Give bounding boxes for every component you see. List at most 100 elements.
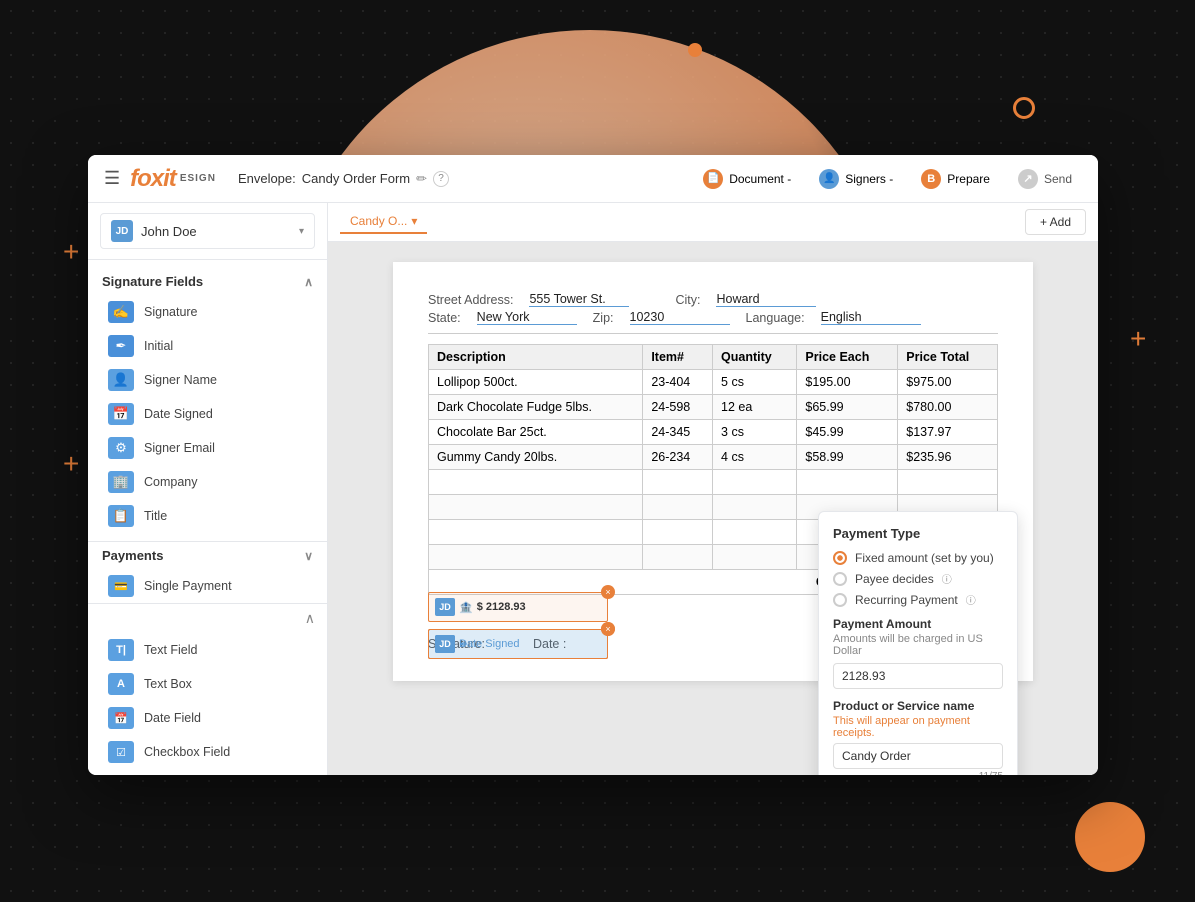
cell-price-each-2: $65.99 bbox=[797, 395, 898, 420]
plus-icon-2: + bbox=[63, 450, 79, 478]
col-header-qty: Quantity bbox=[713, 345, 797, 370]
sidebar-item-text-box[interactable]: A Text Box bbox=[88, 667, 327, 701]
step-document-circle: 📄 bbox=[703, 169, 723, 189]
sidebar-item-company[interactable]: 🏢 Company bbox=[88, 465, 327, 499]
close-payment-icon[interactable]: × bbox=[601, 585, 615, 599]
text-box-icon: A bbox=[108, 673, 134, 695]
payment-type-title: Payment Type bbox=[833, 526, 1003, 541]
fields-expand-header[interactable]: ∧ bbox=[88, 604, 327, 633]
checkbox-label: Checkbox Field bbox=[144, 745, 230, 759]
signature-fields-header[interactable]: Signature Fields ∧ bbox=[88, 268, 327, 295]
doc-tab[interactable]: Candy O... ▾ bbox=[340, 210, 427, 234]
signature-fields-toggle[interactable]: ∧ bbox=[304, 275, 313, 289]
step-signers-circle: 👤 bbox=[819, 169, 839, 189]
doc-tab-dropdown-icon: ▾ bbox=[411, 214, 417, 228]
payments-section-header[interactable]: Payments ∨ bbox=[88, 542, 327, 569]
add-button[interactable]: + Add bbox=[1025, 209, 1086, 235]
address-row-1: Street Address: 555 Tower St. City: Howa… bbox=[428, 292, 998, 307]
city-label: City: bbox=[675, 293, 700, 307]
payment-field-overlay[interactable]: JD 🏦 $ 2128.93 × bbox=[428, 592, 608, 622]
step-prepare[interactable]: B Prepare bbox=[911, 165, 1000, 193]
recurring-info-icon[interactable]: ⓘ bbox=[966, 592, 976, 607]
signer-name-label: Signer Name bbox=[144, 373, 217, 387]
cell-item-4: 26-234 bbox=[643, 445, 713, 470]
address-section: Street Address: 555 Tower St. City: Howa… bbox=[428, 292, 998, 334]
language-value: English bbox=[821, 310, 921, 325]
initial-label: Initial bbox=[144, 339, 173, 353]
chevron-down-icon: ▾ bbox=[299, 226, 304, 237]
product-title: Product or Service name bbox=[833, 699, 1003, 713]
edit-envelope-icon[interactable]: ✏ bbox=[416, 171, 427, 187]
payments-toggle[interactable]: ∨ bbox=[304, 549, 313, 563]
col-header-price-each: Price Each bbox=[797, 345, 898, 370]
product-note: This will appear on payment receipts. bbox=[833, 715, 1003, 739]
sidebar-item-single-payment[interactable]: 💳 Single Payment bbox=[88, 569, 327, 603]
step-send[interactable]: ↗ Send bbox=[1008, 165, 1082, 193]
sidebar-item-date-field[interactable]: 📅 Date Field bbox=[88, 701, 327, 735]
cell-price-total-3: $137.97 bbox=[898, 420, 998, 445]
text-field-icon: T| bbox=[108, 639, 134, 661]
cell-item-1: 23-404 bbox=[643, 370, 713, 395]
signer-email-icon: ⚙ bbox=[108, 437, 134, 459]
payment-amount-section: Payment Amount Amounts will be charged i… bbox=[833, 617, 1003, 689]
sidebar-item-text-field[interactable]: T| Text Field bbox=[88, 633, 327, 667]
sidebar-item-title[interactable]: 📋 Title bbox=[88, 499, 327, 533]
jd-badge-date: JD bbox=[435, 635, 455, 653]
cell-item-3: 24-345 bbox=[643, 420, 713, 445]
date-signed-field[interactable]: JD Date Signed × bbox=[428, 629, 608, 659]
sidebar-item-signature[interactable]: ✍ Signature bbox=[88, 295, 327, 329]
menu-icon[interactable]: ☰ bbox=[104, 168, 120, 189]
envelope-prefix: Envelope: bbox=[238, 171, 296, 186]
language-label: Language: bbox=[746, 311, 805, 325]
payment-amount-input[interactable] bbox=[833, 663, 1003, 689]
doc-toolbar: Candy O... ▾ + Add bbox=[328, 203, 1098, 242]
radio-fixed-amount[interactable]: Fixed amount (set by you) bbox=[833, 551, 1003, 565]
payment-amount-sublabel: Amounts will be charged in US Dollar bbox=[833, 633, 1003, 657]
city-value: Howard bbox=[716, 292, 816, 307]
char-count: 11/75 bbox=[833, 771, 1003, 775]
cell-qty-3: 3 cs bbox=[713, 420, 797, 445]
sidebar-item-signer-email[interactable]: ⚙ Signer Email bbox=[88, 431, 327, 465]
product-section: Product or Service name This will appear… bbox=[833, 699, 1003, 775]
step-signers-label: Signers - bbox=[845, 172, 893, 186]
cell-qty-2: 12 ea bbox=[713, 395, 797, 420]
header-steps: 📄 Document - 👤 Signers - B Prepare ↗ Sen… bbox=[693, 165, 1082, 193]
close-date-icon[interactable]: × bbox=[601, 622, 615, 636]
col-header-description: Description bbox=[429, 345, 643, 370]
sidebar-item-initial[interactable]: ✒ Initial bbox=[88, 329, 327, 363]
payments-label: Payments bbox=[102, 548, 163, 563]
help-icon[interactable]: ? bbox=[433, 171, 449, 187]
payment-amount-title: Payment Amount bbox=[833, 617, 1003, 631]
date-signed-placeholder: Date Signed bbox=[459, 638, 520, 650]
step-signers[interactable]: 👤 Signers - bbox=[809, 165, 903, 193]
product-name-input[interactable] bbox=[833, 743, 1003, 769]
step-send-label: Send bbox=[1044, 172, 1072, 186]
radio-payee-circle bbox=[833, 572, 847, 586]
sidebar-item-radio-button[interactable]: ⊙ Radio Button bbox=[88, 769, 327, 775]
signature-fields-section: Signature Fields ∧ ✍ Signature ✒ Initial… bbox=[88, 260, 327, 541]
step-prepare-label: Prepare bbox=[947, 172, 990, 186]
user-dropdown[interactable]: JD John Doe ▾ bbox=[100, 213, 315, 249]
table-row-empty-1 bbox=[429, 470, 998, 495]
sidebar-item-date-signed[interactable]: 📅 Date Signed bbox=[88, 397, 327, 431]
single-payment-label: Single Payment bbox=[144, 579, 232, 593]
cell-price-total-4: $235.96 bbox=[898, 445, 998, 470]
text-field-label: Text Field bbox=[144, 643, 198, 657]
payee-info-icon[interactable]: ⓘ bbox=[942, 571, 952, 586]
dot-orange-1 bbox=[688, 43, 702, 57]
expand-icon: ∧ bbox=[305, 610, 315, 627]
sidebar-item-checkbox[interactable]: ☑ Checkbox Field bbox=[88, 735, 327, 769]
step-document[interactable]: 📄 Document - bbox=[693, 165, 801, 193]
payments-section: Payments ∨ 💳 Single Payment bbox=[88, 541, 327, 603]
cell-price-each-3: $45.99 bbox=[797, 420, 898, 445]
signature-fields-label: Signature Fields bbox=[102, 274, 203, 289]
small-circle-1 bbox=[1013, 97, 1035, 119]
sidebar-item-signer-name[interactable]: 👤 Signer Name bbox=[88, 363, 327, 397]
step-prepare-circle: B bbox=[921, 169, 941, 189]
payment-type-panel: Payment Type Fixed amount (set by you) P… bbox=[818, 511, 1018, 775]
radio-payee-decides[interactable]: Payee decides ⓘ bbox=[833, 571, 1003, 586]
radio-recurring[interactable]: Recurring Payment ⓘ bbox=[833, 592, 1003, 607]
date-signed-label: Date Signed bbox=[144, 407, 213, 421]
date-signed-icon: 📅 bbox=[108, 403, 134, 425]
table-row: Dark Chocolate Fudge 5lbs. 24-598 12 ea … bbox=[429, 395, 998, 420]
